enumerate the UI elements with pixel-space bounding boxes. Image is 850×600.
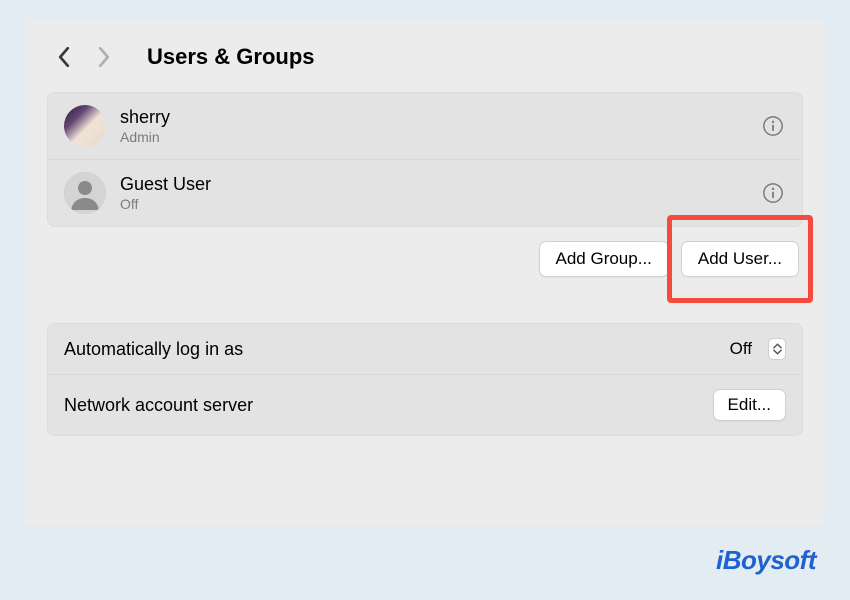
user-name: sherry	[120, 107, 746, 128]
auto-login-row: Automatically log in as Off	[48, 324, 802, 374]
button-row: Add Group... Add User...	[47, 241, 803, 277]
info-button[interactable]	[760, 180, 786, 206]
user-text: Guest User Off	[120, 174, 746, 212]
edit-button[interactable]: Edit...	[713, 389, 786, 421]
person-icon	[64, 172, 106, 214]
settings-list: Automatically log in as Off Network acco…	[47, 323, 803, 436]
chevron-down-icon	[773, 349, 782, 355]
setting-label: Network account server	[64, 395, 701, 416]
back-button[interactable]	[47, 40, 81, 74]
add-user-button[interactable]: Add User...	[681, 241, 799, 277]
avatar	[64, 105, 106, 147]
info-icon	[762, 115, 784, 137]
user-role: Admin	[120, 129, 746, 145]
forward-button[interactable]	[87, 40, 121, 74]
info-button[interactable]	[760, 113, 786, 139]
user-list: sherry Admin Guest User Off	[47, 92, 803, 227]
watermark: iBoysoft	[716, 545, 816, 576]
chevron-right-icon	[97, 47, 111, 67]
avatar	[64, 172, 106, 214]
page-title: Users & Groups	[147, 44, 315, 70]
user-role: Off	[120, 196, 746, 212]
header: Users & Groups	[47, 40, 803, 74]
settings-panel: Users & Groups sherry Admin Guest User	[25, 20, 825, 525]
info-icon	[762, 182, 784, 204]
network-server-row: Network account server Edit...	[48, 374, 802, 435]
chevron-left-icon	[57, 47, 71, 67]
add-group-button[interactable]: Add Group...	[539, 241, 669, 277]
user-row[interactable]: sherry Admin	[48, 93, 802, 159]
setting-label: Automatically log in as	[64, 339, 718, 360]
auto-login-value: Off	[730, 339, 752, 359]
user-name: Guest User	[120, 174, 746, 195]
user-row[interactable]: Guest User Off	[48, 159, 802, 226]
auto-login-dropdown[interactable]	[768, 338, 786, 360]
user-text: sherry Admin	[120, 107, 746, 145]
